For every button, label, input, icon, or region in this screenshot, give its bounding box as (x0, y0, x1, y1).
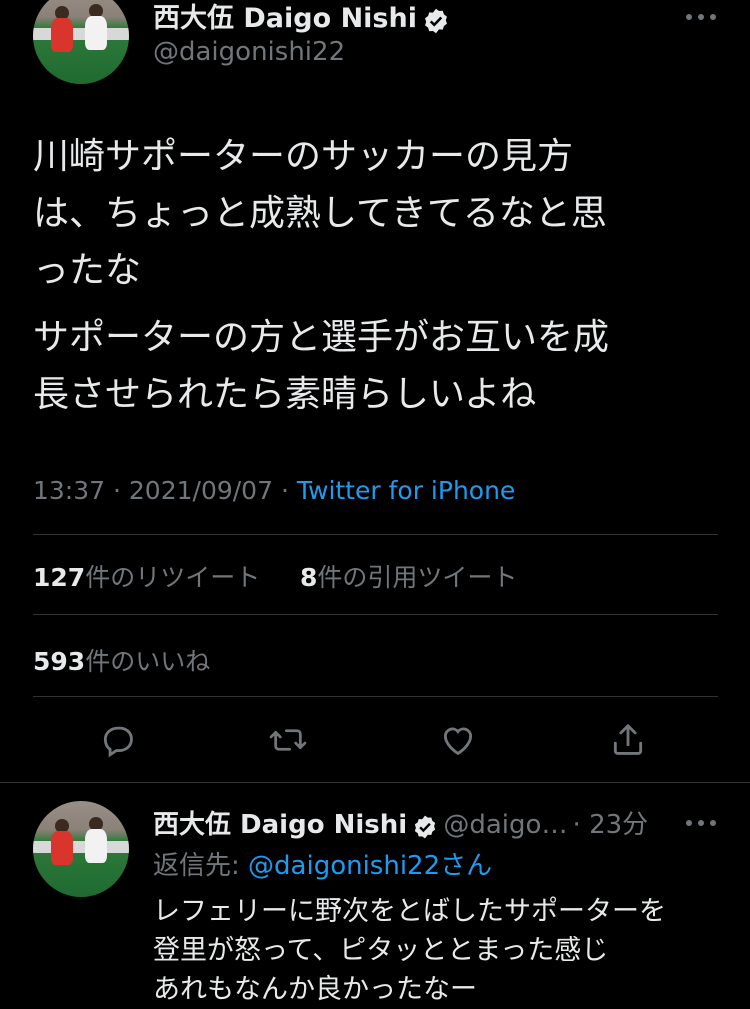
more-dots-icon[interactable] (684, 0, 718, 30)
reply-text-line: 登里が怒って、ピタッととまった感じ (153, 935, 609, 966)
tweet-text-line: は、ちょっと成熟してきてるなと思 (33, 193, 607, 234)
tweet-date: 2021/09/07 (128, 476, 273, 505)
reply-author-handle[interactable]: @daigo… (443, 810, 567, 840)
replying-to-prefix: 返信先: (153, 851, 249, 881)
divider (33, 614, 718, 615)
divider (33, 696, 718, 697)
author-name[interactable]: 西大伍 Daigo Nishi (153, 3, 417, 34)
retweet-icon[interactable] (268, 720, 308, 760)
quote-label: 件の引用ツイート (317, 563, 518, 592)
like-stat[interactable]: 593件のいいね (33, 642, 210, 678)
tweet-time: 13:37 (33, 476, 106, 505)
meta-separator: · (280, 476, 289, 505)
tweet-meta: 13:37 · 2021/09/07 · Twitter for iPhone (33, 476, 515, 505)
retweet-count: 127 (33, 563, 86, 592)
retweet-stat[interactable]: 127件のリツイート (33, 558, 260, 594)
verified-badge-icon (412, 814, 438, 844)
divider (33, 534, 718, 535)
replying-to: 返信先: @daigonishi22さん (153, 845, 492, 882)
like-icon[interactable] (438, 720, 478, 760)
reply-author-avatar[interactable] (33, 801, 129, 897)
author-handle[interactable]: @daigonishi22 (153, 37, 345, 67)
section-divider (0, 782, 750, 783)
reply-time: · 23分 (572, 810, 649, 840)
quote-stat[interactable]: 8件の引用ツイート (300, 558, 517, 594)
tweet-text-line: 長させられたら素晴らしいよね (33, 374, 537, 415)
reply-icon[interactable] (98, 720, 138, 760)
author-row: 西大伍 Daigo Nishi (153, 0, 450, 39)
reply-text-line: レフェリーに野次をとばしたサポーターを (153, 896, 666, 927)
tweet-source-link[interactable]: Twitter for iPhone (297, 476, 515, 505)
share-icon[interactable] (608, 720, 648, 760)
reply-text: レフェリーに野次をとばしたサポーターを 登里が怒って、ピタッととまった感じ あれ… (153, 892, 743, 1009)
reply-author-name[interactable]: 西大伍 Daigo Nishi (153, 810, 407, 840)
replying-to-link[interactable]: @daigonishi22さん (248, 851, 492, 881)
reply-text-line: あれもなんか良かったなー (153, 974, 477, 1005)
verified-badge-icon (422, 7, 450, 39)
tweet-text-line: 川崎サポーターのサッカーの見方 (33, 136, 574, 177)
reply-more-dots-icon[interactable] (684, 814, 718, 833)
author-avatar[interactable] (33, 0, 129, 84)
tweet-text-line: ったな (33, 250, 142, 291)
tweet-text-line: サポーターの方と選手がお互いを成 (33, 317, 610, 358)
retweet-label: 件のリツイート (85, 563, 261, 592)
meta-separator: · (113, 476, 121, 505)
quote-count: 8 (300, 563, 318, 592)
tweet-text: 川崎サポーターのサッカーの見方 は、ちょっと成熟してきてるなと思 ったな サポー… (33, 128, 723, 423)
reply-header: 西大伍 Daigo Nishi @daigo… · 23分 (153, 804, 648, 844)
like-label: 件のいいね (85, 647, 211, 676)
like-count: 593 (33, 647, 86, 676)
